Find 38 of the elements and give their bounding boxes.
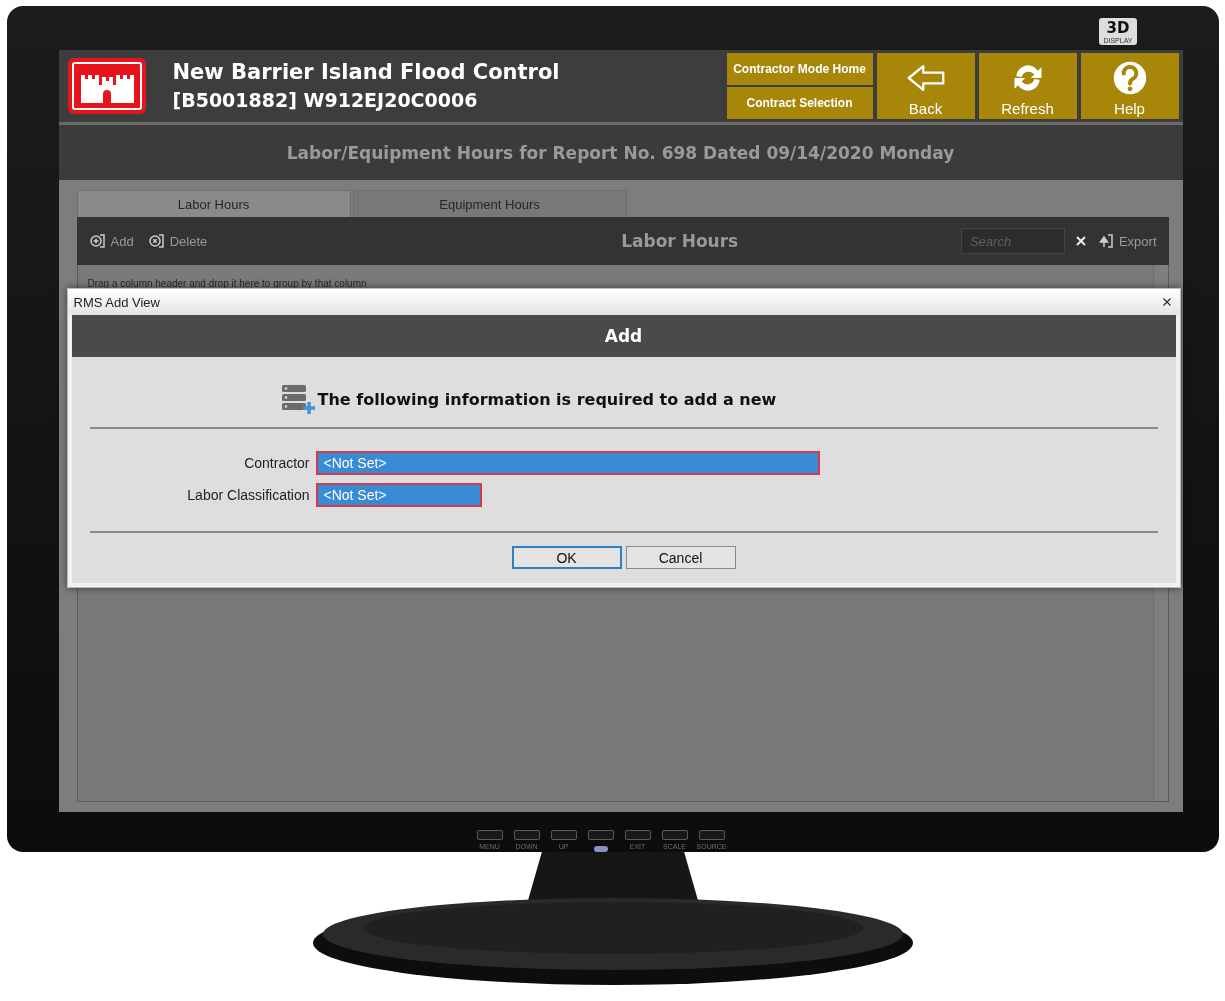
dropdown-field[interactable]: <Not Set> [315, 451, 820, 475]
dialog-button[interactable]: Cancel [625, 546, 736, 569]
power-led [593, 846, 608, 852]
add-item-icon [88, 232, 107, 250]
grid-title: Labor Hours [620, 231, 740, 251]
clear-icon[interactable] [1074, 235, 1087, 247]
dropdown-field[interactable]: <Not Set> [315, 483, 482, 507]
delete-button[interactable]: Delete [147, 232, 208, 250]
field-label: Labor Classification [186, 487, 310, 503]
dialog-heading: Add [604, 326, 643, 346]
nav-button[interactable]: Contract Selection [726, 87, 873, 119]
tab[interactable]: Labor Hours [76, 190, 351, 217]
castle-logo-icon [66, 57, 147, 115]
contract-number: [B5001882] W912EJ20C0006 [172, 88, 479, 113]
project-title: New Barrier Island Flood Control [172, 59, 561, 86]
monitor-key[interactable] [661, 830, 688, 840]
field-label: Contractor [243, 455, 310, 471]
dialog-button[interactable]: OK [511, 546, 622, 569]
close-icon[interactable] [1161, 297, 1172, 307]
monitor-key[interactable] [624, 830, 651, 840]
export-icon [1096, 232, 1115, 250]
monitor-key[interactable] [513, 830, 540, 840]
monitor-key[interactable] [476, 830, 503, 840]
back-button[interactable]: Back [876, 53, 975, 119]
nav-button[interactable]: Contractor Mode Home [726, 53, 873, 85]
dialog-message: The following information is required to add a new [317, 389, 777, 409]
tab[interactable]: Equipment Hours [352, 190, 627, 217]
delete-item-icon [147, 232, 166, 250]
dialog-title: RMS Add View [73, 294, 160, 310]
monitor-key[interactable] [587, 830, 614, 840]
help-button[interactable]: Help [1080, 53, 1179, 119]
monitor-key[interactable] [698, 830, 725, 840]
export-button[interactable]: Export [1096, 232, 1157, 250]
refresh-button[interactable]: Refresh [978, 53, 1077, 119]
monitor-key[interactable] [550, 830, 577, 840]
server-add-icon [279, 383, 316, 415]
add-button[interactable]: Add [88, 232, 134, 250]
page-title: Labor/Equipment Hours for Report No. 698 Dated 09/14/2020 Monday [286, 142, 955, 163]
